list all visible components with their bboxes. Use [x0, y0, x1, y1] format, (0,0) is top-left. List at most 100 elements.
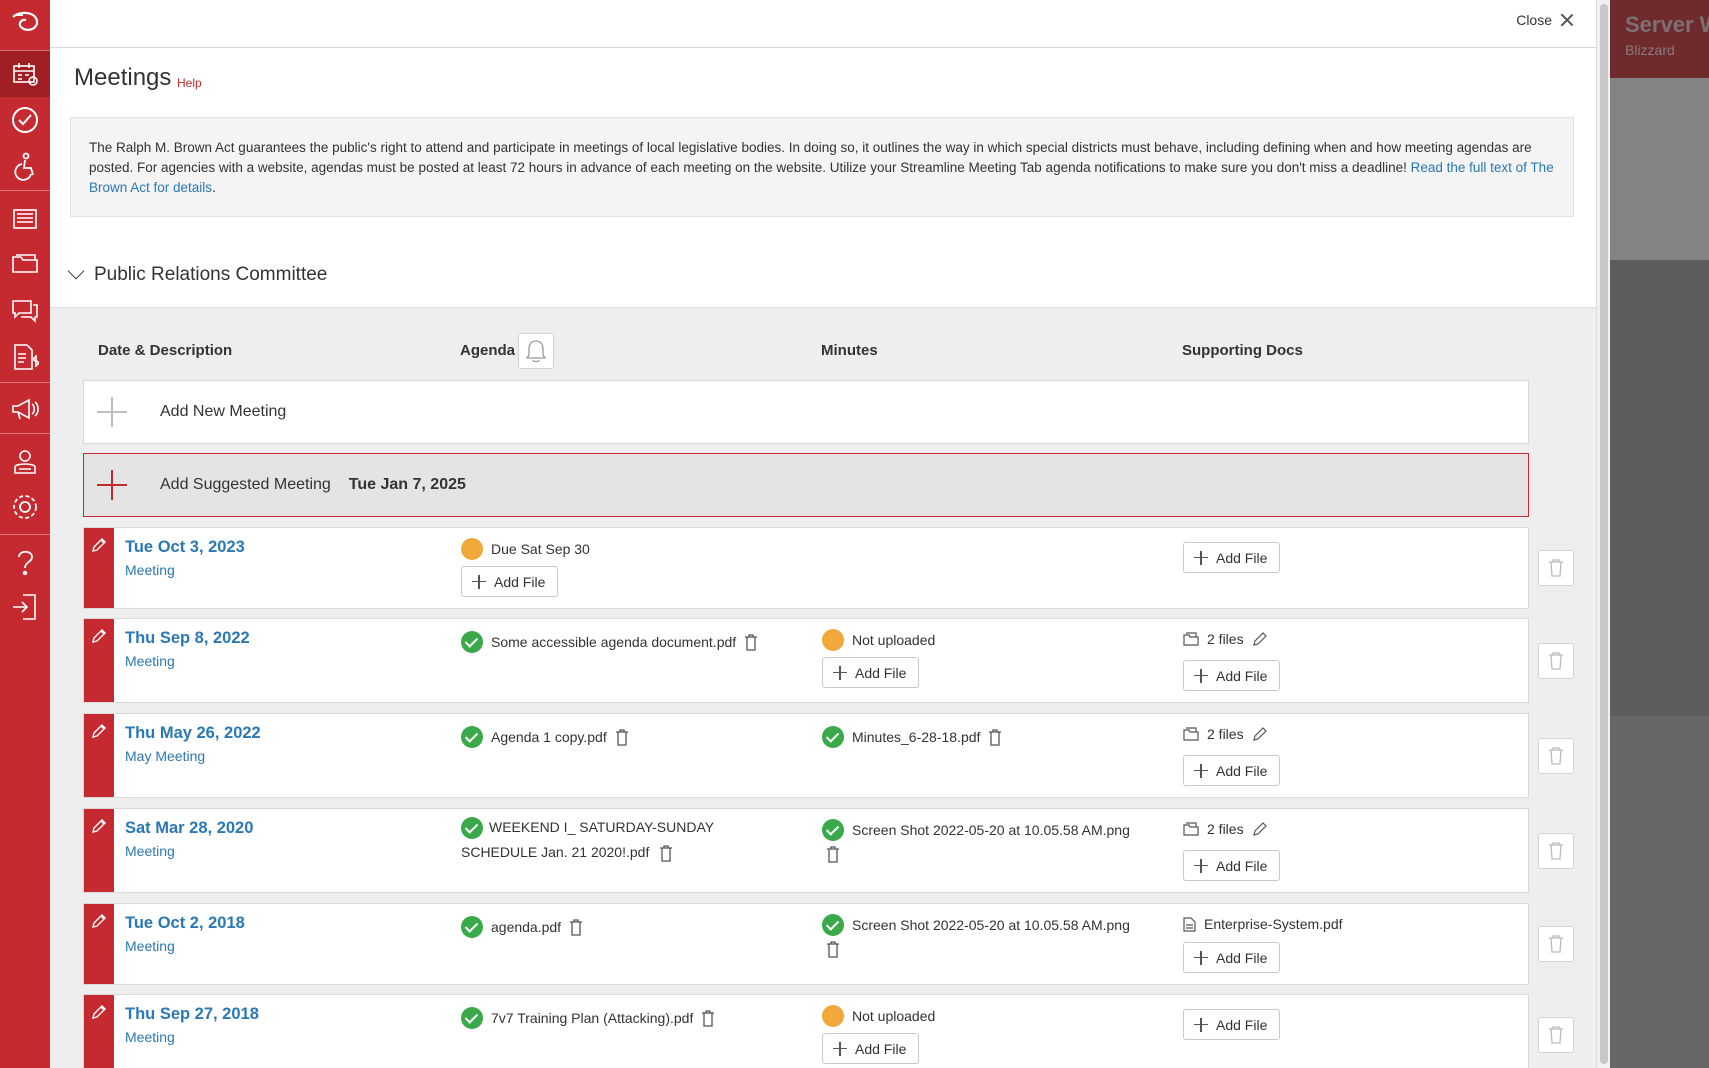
edit-meeting-button[interactable] — [84, 619, 114, 702]
meeting-description-link[interactable]: Meeting — [125, 562, 175, 578]
meeting-date-link[interactable]: Tue Oct 3, 2023 — [125, 538, 245, 557]
scrollbar-thumb[interactable] — [1600, 4, 1608, 1064]
trash-icon[interactable] — [615, 728, 629, 746]
close-button[interactable]: Close — [1516, 12, 1574, 28]
col-supporting-docs: Supporting Docs — [1182, 342, 1303, 359]
documents-icon[interactable] — [0, 196, 50, 242]
trash-icon[interactable] — [569, 918, 583, 936]
edit-meeting-button[interactable] — [84, 714, 114, 797]
meeting-description-link[interactable]: Meeting — [125, 653, 175, 669]
supporting-add-file-button[interactable]: Add File — [1183, 755, 1281, 786]
folder-icon[interactable] — [0, 240, 50, 286]
pencil-icon[interactable] — [1252, 631, 1268, 647]
supporting-files[interactable]: 2 files — [1183, 821, 1268, 837]
brown-act-info: The Ralph M. Brown Act guarantees the pu… — [70, 117, 1574, 217]
agenda-file-name[interactable]: agenda.pdf — [491, 919, 561, 935]
trash-icon[interactable] — [826, 941, 840, 958]
background-app: Server W Blizzard — [1610, 0, 1709, 1068]
agenda-file: 7v7 Training Plan (Attacking).pdf — [461, 1007, 715, 1029]
pencil-icon[interactable] — [1252, 726, 1268, 742]
help-link[interactable]: Help — [177, 76, 202, 90]
meeting-date-link[interactable]: Sat Mar 28, 2020 — [125, 819, 253, 838]
col-minutes: Minutes — [821, 342, 878, 359]
plus-icon — [472, 574, 486, 589]
meeting-date-link[interactable]: Thu Sep 27, 2018 — [125, 1005, 259, 1024]
edit-meeting-button[interactable] — [84, 995, 114, 1068]
supporting-files[interactable]: 2 files — [1183, 631, 1268, 647]
finance-icon[interactable] — [0, 334, 50, 380]
plus-icon — [1194, 1017, 1208, 1032]
trash-icon[interactable] — [701, 1009, 715, 1027]
minutes-add-file-button[interactable]: Add File — [822, 657, 920, 688]
meeting-description-link[interactable]: May Meeting — [125, 748, 205, 764]
meeting-date-link[interactable]: Thu Sep 8, 2022 — [125, 629, 250, 648]
streamline-logo-icon[interactable] — [0, 0, 50, 46]
logout-icon[interactable] — [0, 584, 50, 630]
minutes-file-name[interactable]: Screen Shot 2022-05-20 at 10.05.58 AM.pn… — [852, 917, 1130, 933]
meeting-date-link[interactable]: Tue Oct 2, 2018 — [125, 914, 245, 933]
pending-status-icon — [822, 1005, 844, 1027]
delete-meeting-button[interactable] — [1538, 738, 1574, 774]
checklist-icon[interactable] — [0, 97, 50, 143]
agenda-add-file-button[interactable]: Add File — [461, 566, 559, 597]
committee-toggle[interactable]: Public Relations Committee — [67, 262, 327, 286]
agenda-file-name[interactable]: WEEKEND I_ SATURDAY-SUNDAY SCHEDULE Jan.… — [461, 819, 714, 860]
pencil-icon — [92, 914, 106, 928]
uploaded-check-icon — [461, 817, 483, 840]
messages-icon[interactable] — [0, 287, 50, 333]
add-suggested-meeting-button[interactable]: Add Suggested Meeting Tue Jan 7, 2025 — [83, 453, 1529, 517]
supporting-files-count: 2 files — [1207, 631, 1244, 647]
supporting-add-file-button[interactable]: Add File — [1183, 660, 1281, 691]
edit-meeting-button[interactable] — [84, 904, 114, 984]
supporting-files[interactable]: 2 files — [1183, 726, 1268, 742]
supporting-files-count: 2 files — [1207, 821, 1244, 837]
supporting-add-file-button[interactable]: Add File — [1183, 542, 1281, 573]
trash-icon — [1549, 652, 1563, 670]
trash-icon[interactable] — [826, 846, 840, 863]
trash-icon[interactable] — [659, 845, 673, 862]
delete-meeting-button[interactable] — [1538, 1017, 1574, 1053]
uploaded-check-icon — [822, 914, 844, 936]
settings-icon[interactable] — [0, 484, 50, 530]
uploaded-check-icon — [822, 819, 844, 841]
agenda-file-name[interactable]: Some accessible agenda document.pdf — [491, 634, 736, 650]
delete-meeting-button[interactable] — [1538, 926, 1574, 962]
delete-meeting-button[interactable] — [1538, 643, 1574, 679]
edit-meeting-button[interactable] — [84, 809, 114, 892]
agenda-notifications-button[interactable] — [518, 333, 554, 369]
help-icon[interactable] — [0, 539, 50, 585]
modal-scrollbar[interactable] — [1596, 0, 1610, 1068]
minutes-file: Screen Shot 2022-05-20 at 10.05.58 AM.pn… — [822, 819, 1130, 841]
meeting-description-link[interactable]: Meeting — [125, 843, 175, 859]
supporting-add-file-button[interactable]: Add File — [1183, 942, 1281, 973]
minutes-file-name[interactable]: Minutes_6-28-18.pdf — [852, 729, 980, 745]
uploaded-check-icon — [822, 726, 844, 748]
meeting-description-link[interactable]: Meeting — [125, 1029, 175, 1045]
announcements-icon[interactable] — [0, 386, 50, 432]
users-icon[interactable] — [0, 439, 50, 485]
pencil-icon[interactable] — [1252, 821, 1268, 837]
supporting-add-file-button[interactable]: Add File — [1183, 1009, 1281, 1040]
delete-meeting-button[interactable] — [1538, 833, 1574, 869]
meeting-description-link[interactable]: Meeting — [125, 938, 175, 954]
meeting-date-link[interactable]: Thu May 26, 2022 — [125, 724, 261, 743]
delete-meeting-button[interactable] — [1538, 550, 1574, 586]
trash-icon — [1549, 747, 1563, 765]
supporting-file[interactable]: Enterprise-System.pdf — [1183, 916, 1343, 932]
meetings-icon[interactable] — [0, 51, 50, 97]
minutes-add-file-button[interactable]: Add File — [822, 1033, 920, 1064]
accessibility-icon[interactable] — [0, 143, 50, 189]
background-app-title: Server W — [1625, 12, 1709, 37]
meeting-row: Tue Oct 3, 2023 Meeting Due Sat Sep 30 A… — [83, 527, 1529, 609]
agenda-file-name[interactable]: 7v7 Training Plan (Attacking).pdf — [491, 1010, 693, 1026]
agenda-file-name[interactable]: Agenda 1 copy.pdf — [491, 729, 607, 745]
trash-icon — [1549, 1026, 1563, 1044]
edit-meeting-button[interactable] — [84, 528, 114, 608]
minutes-file-name[interactable]: Screen Shot 2022-05-20 at 10.05.58 AM.pn… — [852, 822, 1130, 838]
trash-icon[interactable] — [988, 728, 1002, 746]
trash-icon[interactable] — [744, 633, 758, 651]
supporting-add-file-button[interactable]: Add File — [1183, 850, 1281, 881]
uploaded-check-icon — [461, 1007, 483, 1029]
plus-icon — [1194, 858, 1208, 873]
add-new-meeting-button[interactable]: Add New Meeting — [83, 380, 1529, 444]
